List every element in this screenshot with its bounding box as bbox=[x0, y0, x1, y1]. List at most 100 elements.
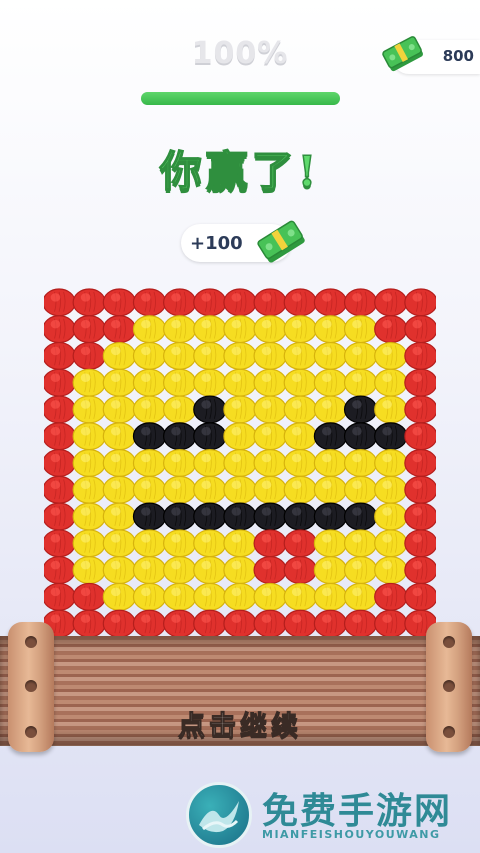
stitch bbox=[72, 556, 106, 585]
stitch bbox=[404, 341, 436, 370]
stitch bbox=[132, 315, 167, 344]
stitch bbox=[44, 502, 76, 531]
win-title: 你赢了! bbox=[159, 146, 321, 197]
stitch bbox=[72, 449, 106, 477]
stitch bbox=[374, 395, 408, 424]
stitch bbox=[163, 422, 197, 451]
stitch bbox=[223, 529, 257, 558]
stitch bbox=[253, 288, 287, 317]
stitch bbox=[163, 368, 197, 397]
stitch bbox=[343, 582, 378, 611]
stitch bbox=[223, 395, 257, 424]
stitch bbox=[223, 341, 257, 370]
stitch bbox=[102, 582, 137, 611]
stitch bbox=[163, 315, 197, 344]
stitch bbox=[253, 475, 287, 504]
stitch bbox=[313, 315, 348, 344]
stitch bbox=[44, 341, 76, 370]
stitch bbox=[193, 368, 227, 397]
stitch bbox=[223, 609, 257, 636]
stitch bbox=[193, 315, 227, 344]
stitch bbox=[374, 582, 408, 611]
stitch bbox=[102, 395, 137, 424]
stitch bbox=[72, 341, 106, 370]
stitch bbox=[72, 368, 106, 397]
stitch bbox=[163, 475, 197, 504]
stitch bbox=[193, 582, 227, 611]
stitch bbox=[283, 609, 317, 636]
stitch bbox=[374, 475, 408, 504]
stitch bbox=[72, 288, 106, 317]
watermark-logo bbox=[186, 782, 252, 848]
stitch bbox=[163, 529, 197, 558]
stitch bbox=[72, 529, 106, 558]
stitch bbox=[44, 556, 76, 585]
stitch bbox=[223, 315, 257, 344]
stitch bbox=[223, 556, 257, 585]
stitch bbox=[404, 556, 436, 585]
stitch bbox=[404, 475, 436, 504]
stitch bbox=[253, 341, 287, 370]
stitch bbox=[193, 288, 227, 317]
stitch bbox=[343, 315, 378, 344]
progress-bar-fill bbox=[141, 92, 340, 105]
stitch bbox=[313, 556, 348, 585]
stitch bbox=[132, 395, 167, 424]
stitch bbox=[102, 315, 137, 344]
stitch bbox=[44, 582, 76, 611]
stitch bbox=[343, 529, 378, 558]
stitch bbox=[313, 475, 348, 504]
stitch bbox=[163, 449, 197, 477]
stitch bbox=[223, 288, 257, 317]
stitch bbox=[283, 341, 317, 370]
stitch bbox=[404, 315, 436, 344]
stitch bbox=[404, 449, 436, 477]
stitch bbox=[163, 288, 197, 317]
stitch bbox=[343, 502, 378, 531]
stitch bbox=[193, 449, 227, 477]
stitch bbox=[102, 449, 137, 477]
stitch bbox=[72, 315, 106, 344]
stitch bbox=[253, 422, 287, 451]
stitch bbox=[313, 288, 348, 317]
watermark-subtitle: MIANFEISHOUYOUWANG bbox=[262, 828, 441, 841]
continue-label[interactable]: 点击继续 bbox=[0, 704, 480, 743]
stitch bbox=[102, 422, 137, 451]
stitch bbox=[374, 288, 408, 317]
stitch bbox=[283, 529, 317, 558]
stitch bbox=[102, 556, 137, 585]
stitch bbox=[132, 422, 167, 451]
stitch bbox=[374, 529, 408, 558]
stitch bbox=[253, 556, 287, 585]
stitch bbox=[404, 582, 436, 611]
stitch bbox=[283, 368, 317, 397]
stitch bbox=[313, 609, 348, 636]
stitch bbox=[374, 502, 408, 531]
stitch bbox=[132, 529, 167, 558]
stitch bbox=[253, 609, 287, 636]
stitch bbox=[404, 502, 436, 531]
stitch bbox=[163, 582, 197, 611]
stitch bbox=[283, 449, 317, 477]
stitch bbox=[72, 395, 106, 424]
stitch bbox=[404, 529, 436, 558]
stitch bbox=[253, 368, 287, 397]
stitch bbox=[404, 422, 436, 451]
stitch bbox=[132, 288, 167, 317]
stitch bbox=[102, 341, 137, 370]
stitch bbox=[193, 341, 227, 370]
stitch bbox=[283, 288, 317, 317]
stitch bbox=[283, 395, 317, 424]
stitch bbox=[223, 368, 257, 397]
stitch bbox=[163, 395, 197, 424]
stitch bbox=[313, 422, 348, 451]
stitch bbox=[132, 368, 167, 397]
stitch bbox=[313, 368, 348, 397]
currency-value: 800 bbox=[442, 47, 474, 65]
stitch bbox=[343, 449, 378, 477]
stitch bbox=[132, 341, 167, 370]
knit-picture bbox=[44, 288, 436, 636]
stitch bbox=[343, 368, 378, 397]
stitch bbox=[193, 422, 227, 451]
stitch bbox=[283, 582, 317, 611]
